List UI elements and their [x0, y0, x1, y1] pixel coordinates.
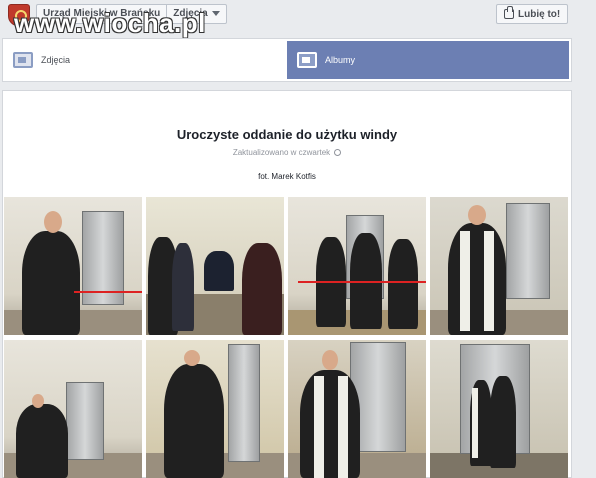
- watermark: www.wiocha.pl: [14, 8, 206, 38]
- album-photo-1[interactable]: [4, 197, 142, 335]
- album-photo-2[interactable]: [146, 197, 284, 335]
- album-photo-4[interactable]: [430, 197, 568, 335]
- top-bar: Urząd Miejski w Brańsku Zdjęcia www.wioc…: [0, 0, 596, 38]
- globe-icon[interactable]: [334, 149, 342, 157]
- thumbs-up-icon: [504, 6, 514, 19]
- like-button[interactable]: Lubię to!: [496, 4, 569, 24]
- tab-albums-label: Albumy: [325, 55, 356, 65]
- album-photo-5[interactable]: [4, 340, 142, 478]
- album-icon: [297, 52, 317, 68]
- album-updated: Zaktualizowano w czwartek: [3, 148, 571, 157]
- photo-tabs: Zdjęcia Albumy: [2, 38, 572, 82]
- photo-icon: [13, 52, 33, 68]
- tab-photos-label: Zdjęcia: [41, 55, 71, 65]
- person: [22, 231, 80, 335]
- album-updated-text: Zaktualizowano w czwartek: [232, 148, 331, 157]
- album-description: fot. Marek Kotfis: [258, 172, 316, 181]
- album-title: Uroczyste oddanie do użytku windy: [176, 127, 398, 142]
- album-photo-7[interactable]: [288, 340, 426, 478]
- like-label: Lubię to!: [518, 8, 561, 20]
- album-photo-6[interactable]: [146, 340, 284, 478]
- tab-photos[interactable]: Zdjęcia: [3, 39, 285, 81]
- chevron-down-icon: [211, 10, 220, 16]
- tab-albums[interactable]: Albumy: [287, 41, 569, 79]
- album-photo-8[interactable]: [430, 340, 568, 478]
- album-photo-3[interactable]: [288, 197, 426, 335]
